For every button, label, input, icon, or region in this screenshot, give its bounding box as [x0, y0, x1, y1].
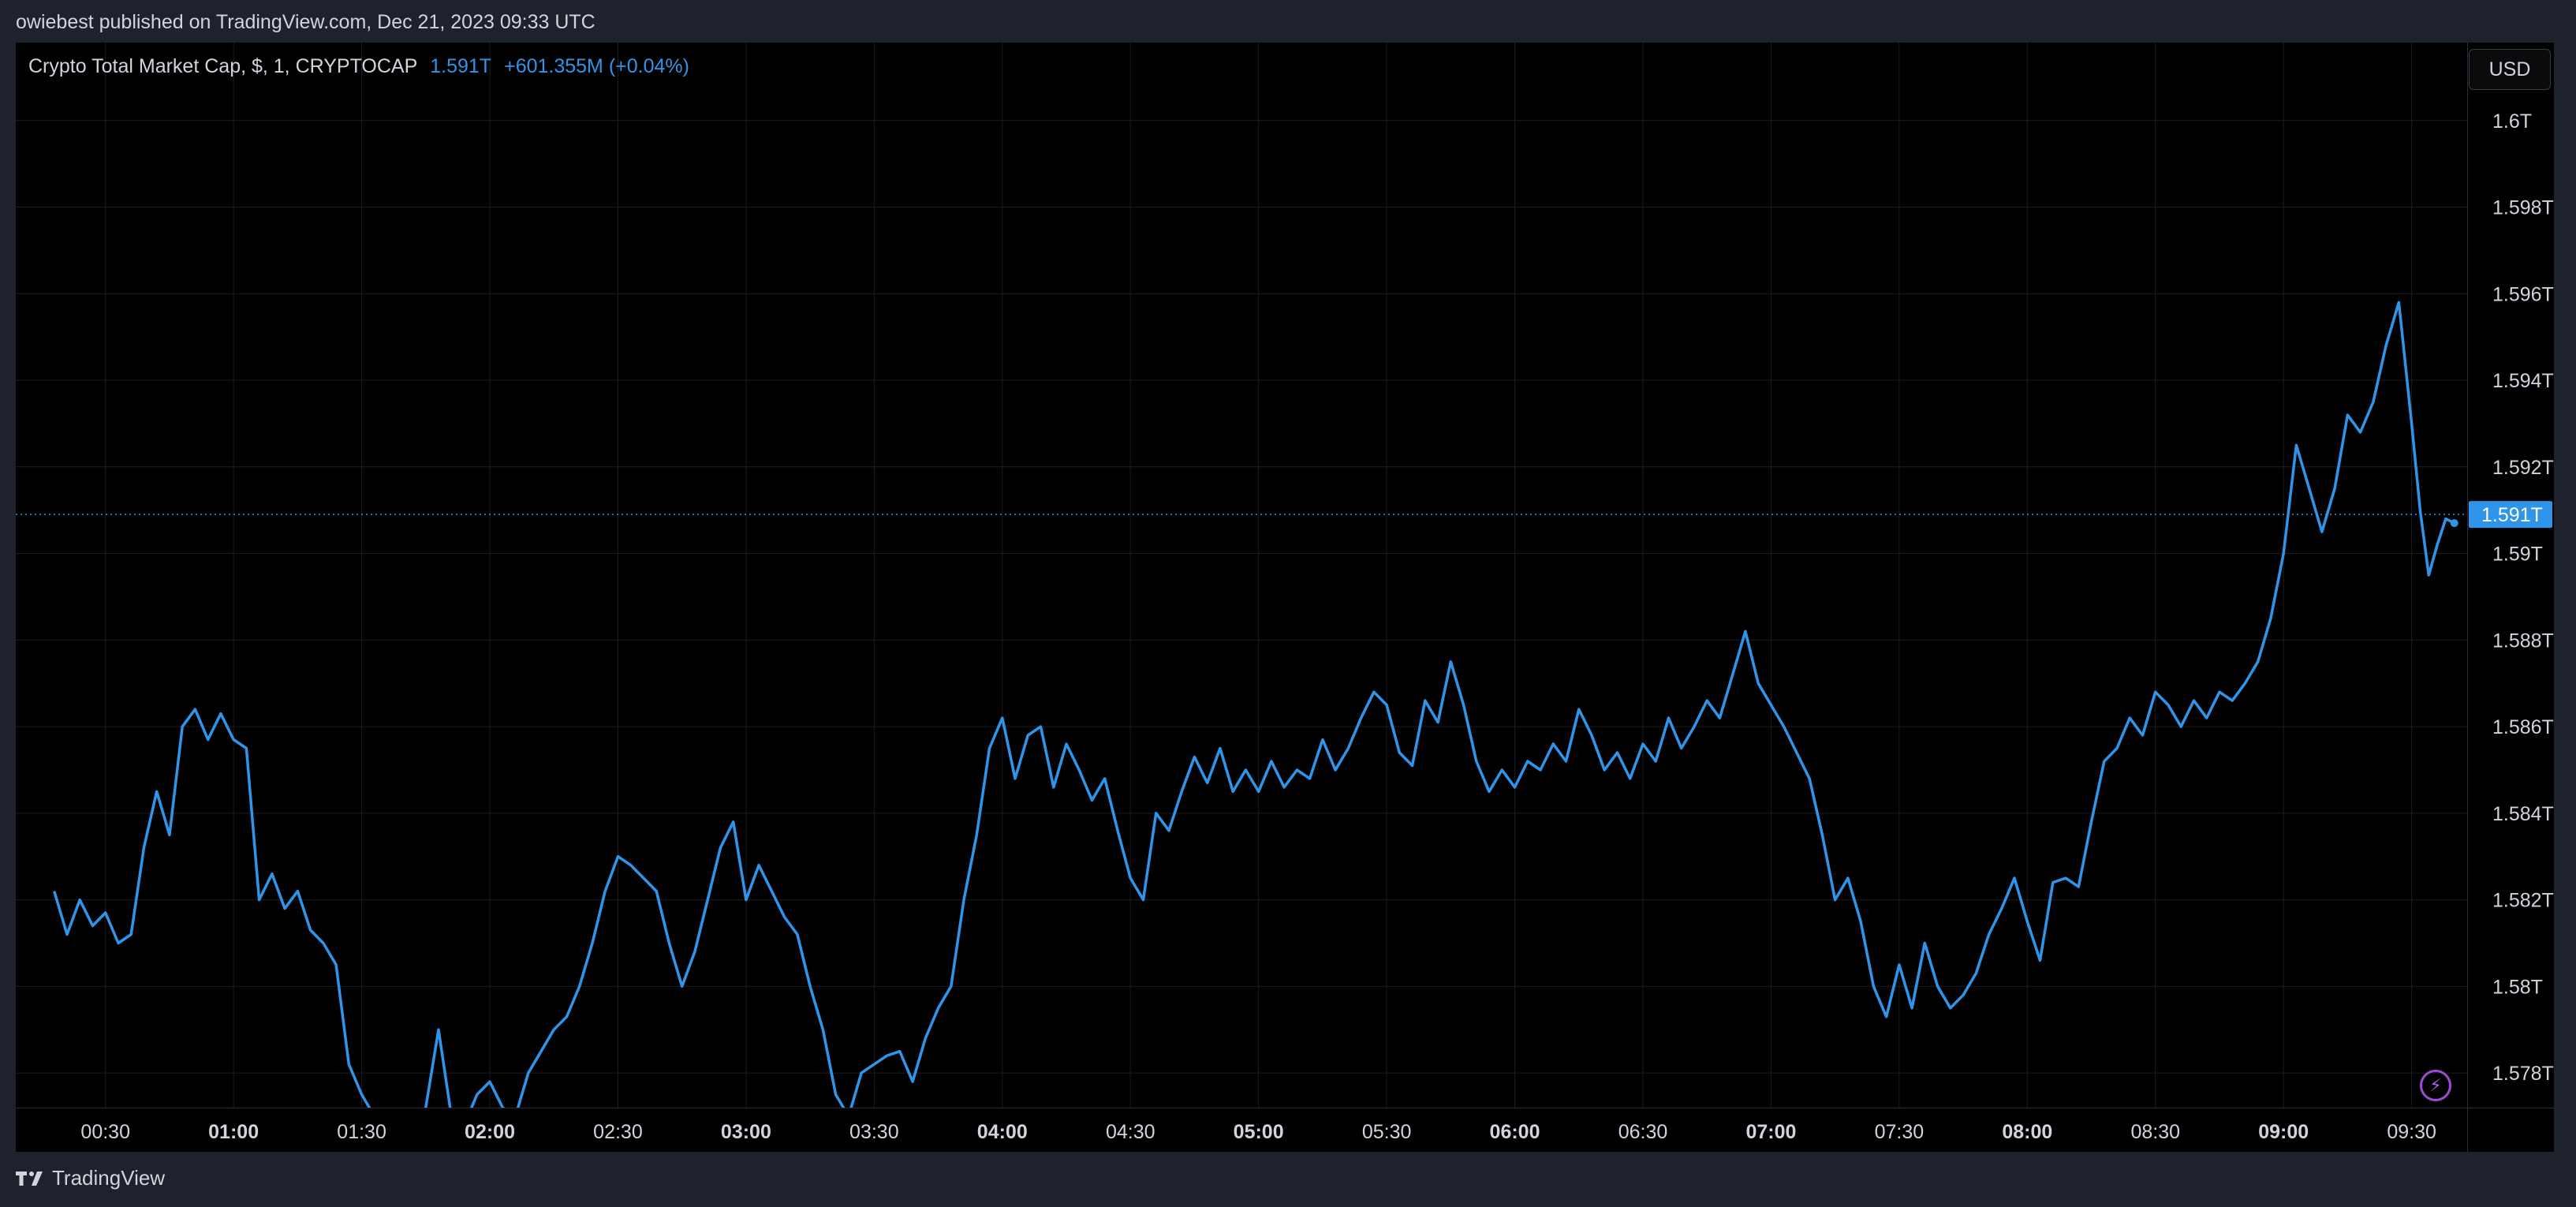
last-price-label: 1.591T: [2481, 504, 2543, 526]
price-markers: 1.591T: [16, 501, 2552, 529]
x-tick-label: 06:00: [1490, 1121, 1540, 1143]
symbol-name: Crypto Total Market Cap, $, 1, CRYPTOCAP: [28, 55, 418, 77]
x-tick-label: 02:30: [593, 1121, 643, 1143]
y-tick-label: 1.596T: [2492, 283, 2554, 305]
axes: 1.6T 1.598T 1.596T 1.594T 1.592T 1.59T 1.588T 1…: [16, 43, 2554, 1152]
x-tick-label: 01:00: [208, 1121, 259, 1143]
y-tick-label: 1.584T: [2492, 803, 2554, 825]
lightning-icon[interactable]: ⚡: [2420, 1070, 2451, 1101]
x-tick-label: 08:30: [2130, 1121, 2180, 1143]
y-tick-label: 1.598T: [2492, 197, 2554, 219]
y-tick-label: 1.6T: [2492, 110, 2532, 133]
x-tick-label: 00:30: [80, 1121, 130, 1143]
footer-brand-label: TradingView: [52, 1166, 166, 1190]
change-value: +601.355M (+0.04%): [504, 55, 689, 77]
x-tick-label: 03:30: [849, 1121, 899, 1143]
x-tick-label: 08:00: [2002, 1121, 2052, 1143]
series-line[interactable]: [53, 301, 2455, 1125]
x-tick-label: 05:30: [1362, 1121, 1412, 1143]
series-layer: [53, 301, 2455, 1125]
y-tick-label: 1.588T: [2492, 630, 2554, 652]
y-tick-label: 1.592T: [2492, 457, 2554, 479]
last-value: 1.591T: [430, 55, 492, 77]
x-tick-label: 01:30: [337, 1121, 386, 1143]
y-tick-label: 1.578T: [2492, 1063, 2554, 1085]
x-tick-label: 04:00: [977, 1121, 1028, 1143]
x-tick-label: 02:00: [465, 1121, 515, 1143]
tradingview-logo-icon: [16, 1171, 43, 1186]
last-point-dot: [2450, 519, 2458, 528]
symbol-legend[interactable]: Crypto Total Market Cap, $, 1, CRYPTOCAP…: [28, 55, 689, 78]
y-tick-label: 1.59T: [2492, 544, 2543, 566]
y-tick-label: 1.594T: [2492, 370, 2554, 392]
x-tick-label: 07:30: [1875, 1121, 1925, 1143]
currency-button[interactable]: USD: [2469, 49, 2551, 90]
x-tick-label: 07:00: [1745, 1121, 1796, 1143]
price-chart[interactable]: 1.6T 1.598T 1.596T 1.594T 1.592T 1.59T 1.588T 1…: [16, 43, 2554, 1152]
x-tick-label: 06:30: [1618, 1121, 1668, 1143]
publication-line: owiebest published on TradingView.com, D…: [16, 11, 595, 33]
y-tick-label: 1.586T: [2492, 716, 2554, 738]
grid-lines: [16, 43, 2467, 1108]
y-tick-label: 1.582T: [2492, 890, 2554, 912]
x-tick-label: 09:00: [2258, 1121, 2309, 1143]
chart-area[interactable]: 1.6T 1.598T 1.596T 1.594T 1.592T 1.59T 1.588T 1…: [16, 43, 2554, 1152]
y-tick-label: 1.58T: [2492, 976, 2543, 998]
x-tick-label: 09:30: [2387, 1121, 2436, 1143]
footer-brand[interactable]: TradingView: [14, 1166, 165, 1190]
x-tick-label: 03:00: [721, 1121, 771, 1143]
x-tick-label: 04:30: [1106, 1121, 1155, 1143]
x-tick-label: 05:00: [1234, 1121, 1284, 1143]
